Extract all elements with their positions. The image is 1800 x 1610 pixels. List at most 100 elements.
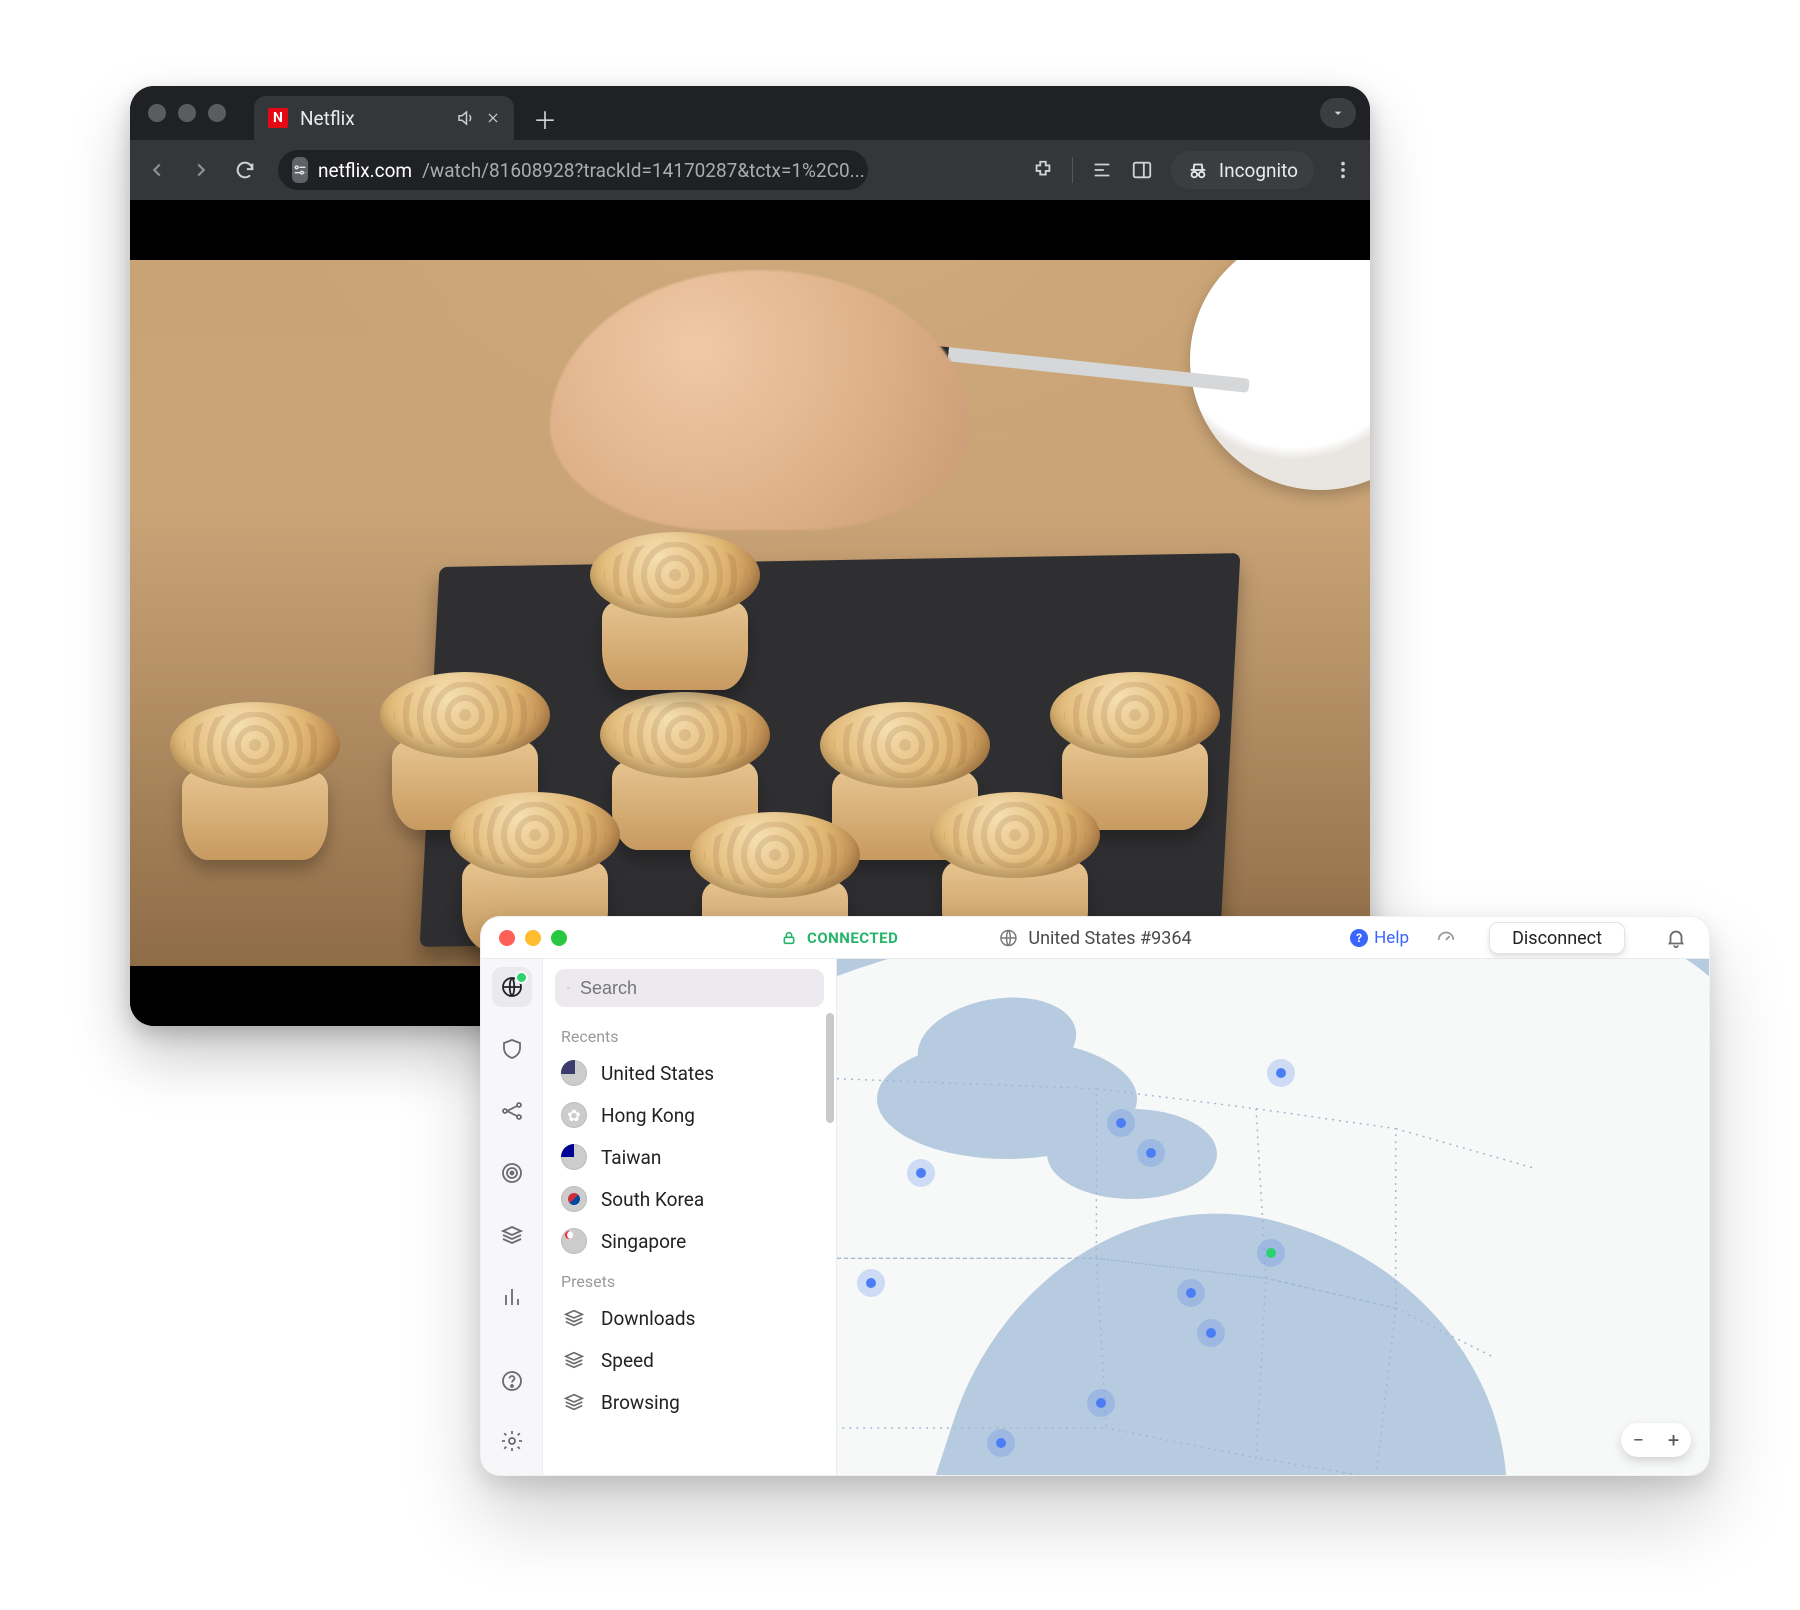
recent-item-hk[interactable]: Hong Kong xyxy=(543,1094,836,1136)
browser-tab-active[interactable]: N Netflix xyxy=(254,96,514,140)
search-field[interactable] xyxy=(555,969,824,1007)
recents-header: Recents xyxy=(543,1017,836,1052)
list-item-label: Hong Kong xyxy=(601,1104,695,1127)
vpn-sidebar-rail xyxy=(481,959,543,1475)
help-label: Help xyxy=(1374,928,1409,948)
flag-hk-icon xyxy=(561,1102,587,1128)
nav-reload-button[interactable] xyxy=(234,159,264,181)
window-max-dot[interactable] xyxy=(551,930,567,946)
speed-gauge-icon[interactable] xyxy=(1435,927,1457,949)
list-item-label: Browsing xyxy=(601,1391,680,1414)
status-label: CONNECTED xyxy=(807,929,898,947)
tab-close-icon[interactable] xyxy=(486,111,500,125)
rail-item-presets[interactable] xyxy=(492,1215,532,1255)
connection-status: CONNECTED xyxy=(781,917,898,959)
window-controls[interactable] xyxy=(499,930,567,946)
search-input[interactable] xyxy=(580,978,812,999)
help-link[interactable]: ? Help xyxy=(1350,917,1409,959)
list-item-label: Taiwan xyxy=(601,1146,661,1169)
netflix-favicon: N xyxy=(268,108,288,128)
server-label: United States #9364 xyxy=(1028,928,1191,949)
map-server-pin[interactable] xyxy=(1087,1389,1115,1417)
layers-icon xyxy=(561,1305,587,1331)
tab-overflow-button[interactable] xyxy=(1320,98,1356,128)
lock-icon xyxy=(781,930,797,946)
new-tab-button[interactable]: ＋ xyxy=(528,101,562,135)
list-item-label: Singapore xyxy=(601,1230,686,1253)
recent-item-sg[interactable]: Singapore xyxy=(543,1220,836,1262)
presets-header: Presets xyxy=(543,1262,836,1297)
incognito-chip[interactable]: Incognito xyxy=(1171,151,1314,189)
zoom-out-button[interactable]: − xyxy=(1633,1428,1644,1452)
browser-window: N Netflix ＋ netflix.co xyxy=(130,86,1370,1026)
list-item-label: Speed xyxy=(601,1349,654,1372)
flag-tw-icon xyxy=(561,1144,587,1170)
vpn-server-list: Recents United States Hong Kong Taiwan S… xyxy=(543,959,837,1475)
disconnect-label: Disconnect xyxy=(1512,928,1602,949)
tab-title: Netflix xyxy=(300,107,355,130)
globe-icon xyxy=(998,928,1018,948)
nav-back-button[interactable] xyxy=(146,159,176,181)
map-server-pin-connected[interactable] xyxy=(1257,1239,1285,1267)
rail-item-support[interactable] xyxy=(492,1361,532,1401)
map-server-pin[interactable] xyxy=(987,1429,1015,1457)
recent-item-kr[interactable]: South Korea xyxy=(543,1178,836,1220)
zoom-in-button[interactable]: + xyxy=(1668,1428,1679,1452)
extensions-icon[interactable] xyxy=(1032,159,1054,181)
map-server-pin[interactable] xyxy=(1137,1139,1165,1167)
vpn-titlebar: CONNECTED United States #9364 ? Help Dis… xyxy=(481,917,1709,959)
rail-item-radar[interactable] xyxy=(492,1153,532,1193)
tab-audio-icon[interactable] xyxy=(456,109,474,127)
overflow-menu-icon[interactable] xyxy=(1332,159,1354,181)
side-panel-icon[interactable] xyxy=(1131,159,1153,181)
window-close-dot[interactable] xyxy=(499,930,515,946)
window-close-dot[interactable] xyxy=(148,104,166,122)
video-frame[interactable] xyxy=(130,260,1370,966)
preset-item-browsing[interactable]: Browsing xyxy=(543,1381,836,1423)
list-scrollbar-thumb[interactable] xyxy=(826,1013,834,1123)
window-min-dot[interactable] xyxy=(525,930,541,946)
search-icon xyxy=(567,979,570,997)
rail-item-countries[interactable] xyxy=(492,967,532,1007)
window-controls[interactable] xyxy=(148,104,226,122)
map-server-pin[interactable] xyxy=(1177,1279,1205,1307)
map-server-pin[interactable] xyxy=(907,1159,935,1187)
address-bar[interactable]: netflix.com/watch/81608928?trackId=14170… xyxy=(278,150,868,190)
map-zoom-controls: − + xyxy=(1621,1423,1691,1457)
rail-item-stats[interactable] xyxy=(492,1277,532,1317)
preset-item-speed[interactable]: Speed xyxy=(543,1339,836,1381)
vpn-window: CONNECTED United States #9364 ? Help Dis… xyxy=(480,916,1710,1476)
recent-item-tw[interactable]: Taiwan xyxy=(543,1136,836,1178)
map-server-pin[interactable] xyxy=(1267,1059,1295,1087)
toolbar-divider xyxy=(1072,157,1073,183)
incognito-icon xyxy=(1187,159,1209,181)
help-icon: ? xyxy=(1350,929,1368,947)
url-path: /watch/81608928?trackId=14170287&tctx=1%… xyxy=(422,159,865,182)
recent-item-us[interactable]: United States xyxy=(543,1052,836,1094)
map-server-pin[interactable] xyxy=(1197,1319,1225,1347)
nav-forward-button[interactable] xyxy=(190,159,220,181)
notifications-icon[interactable] xyxy=(1665,927,1687,949)
flag-sg-icon xyxy=(561,1228,587,1254)
window-max-dot[interactable] xyxy=(208,104,226,122)
disconnect-button[interactable]: Disconnect xyxy=(1489,922,1625,954)
map-server-pin[interactable] xyxy=(1107,1109,1135,1137)
rail-item-security[interactable] xyxy=(492,1029,532,1069)
flag-kr-icon xyxy=(561,1186,587,1212)
browser-toolbar: netflix.com/watch/81608928?trackId=14170… xyxy=(130,140,1370,200)
preset-item-downloads[interactable]: Downloads xyxy=(543,1297,836,1339)
flag-us-icon xyxy=(561,1060,587,1086)
layers-icon xyxy=(561,1347,587,1373)
current-server[interactable]: United States #9364 xyxy=(998,917,1191,959)
reading-list-icon[interactable] xyxy=(1091,159,1113,181)
list-item-label: South Korea xyxy=(601,1188,704,1211)
site-settings-icon[interactable] xyxy=(292,157,308,183)
rail-item-meshnet[interactable] xyxy=(492,1091,532,1131)
browser-tabbar: N Netflix ＋ xyxy=(130,86,1370,140)
window-min-dot[interactable] xyxy=(178,104,196,122)
map-server-pin[interactable] xyxy=(857,1269,885,1297)
rail-item-settings[interactable] xyxy=(492,1421,532,1461)
incognito-label: Incognito xyxy=(1219,159,1298,182)
vpn-map[interactable]: − + xyxy=(837,959,1709,1475)
list-item-label: Downloads xyxy=(601,1307,695,1330)
